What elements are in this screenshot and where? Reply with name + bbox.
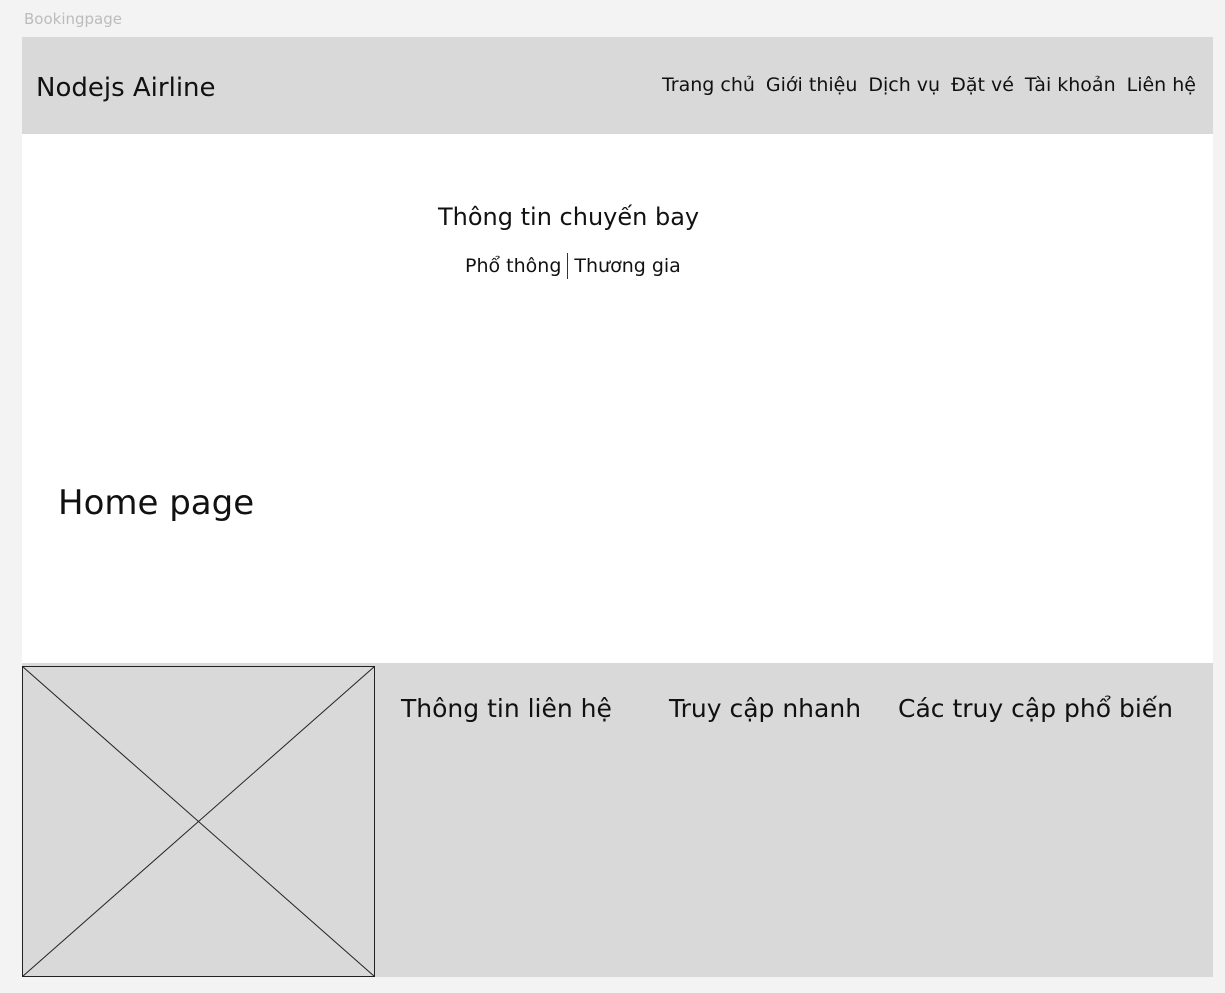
main-nav: Trang chủ Giới thiệu Dịch vụ Đặt vé Tài … bbox=[662, 72, 1196, 98]
page-label: Home page bbox=[58, 483, 255, 523]
tab-economy[interactable]: Phổ thông bbox=[465, 253, 561, 279]
class-tabs: Phổ thông Thương gia bbox=[465, 253, 681, 279]
nav-item-home[interactable]: Trang chủ bbox=[662, 72, 755, 98]
footer-heading-contact: Thông tin liên hệ bbox=[401, 694, 612, 723]
footer-heading-quick-access: Truy cập nhanh bbox=[669, 694, 862, 723]
site-footer: Thông tin liên hệ Truy cập nhanh Các tru… bbox=[22, 663, 1213, 977]
nav-item-services[interactable]: Dịch vụ bbox=[868, 72, 940, 98]
nav-item-contact[interactable]: Liên hệ bbox=[1127, 72, 1196, 98]
nav-item-about[interactable]: Giới thiệu bbox=[766, 72, 857, 98]
flight-info-title: Thông tin chuyến bay bbox=[438, 203, 700, 231]
footer-heading-popular: Các truy cập phổ biến bbox=[898, 694, 1174, 723]
tab-business[interactable]: Thương gia bbox=[574, 253, 680, 279]
nav-item-booking[interactable]: Đặt vé bbox=[951, 72, 1014, 98]
tab-divider bbox=[567, 253, 569, 279]
nav-item-account[interactable]: Tài khoản bbox=[1025, 72, 1116, 98]
site-header: Nodejs Airline Trang chủ Giới thiệu Dịch… bbox=[22, 37, 1213, 134]
frame-label: Bookingpage bbox=[24, 10, 122, 28]
booking-page: Nodejs Airline Trang chủ Giới thiệu Dịch… bbox=[22, 37, 1213, 977]
brand-logo[interactable]: Nodejs Airline bbox=[36, 71, 216, 105]
image-placeholder-icon bbox=[22, 666, 375, 977]
